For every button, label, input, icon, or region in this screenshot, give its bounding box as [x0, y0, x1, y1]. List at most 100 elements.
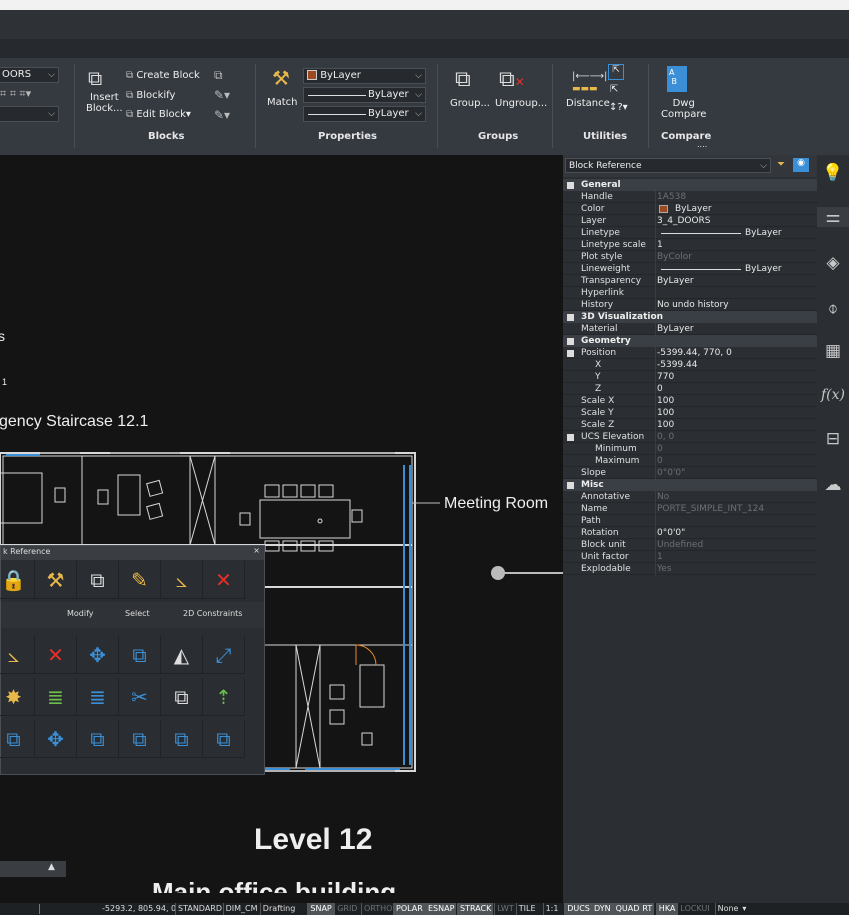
quad-offset-icon[interactable]: ⧉ [119, 720, 161, 758]
status-toggle-dim-cm[interactable]: DIM_CM [222, 903, 260, 915]
property-row-explodable[interactable]: Explodable Yes [563, 563, 817, 575]
status-toggle-none[interactable]: None [714, 903, 741, 915]
section-geometry[interactable]: Geometry [563, 335, 817, 347]
status-toggle-strack[interactable]: STRACK [457, 903, 494, 915]
selection-type-combo[interactable]: Block Reference ⌵ [565, 158, 771, 173]
block-tool-icon-2[interactable]: ✎▾ [214, 88, 230, 102]
quad-delete-icon[interactable]: ✕ [203, 561, 245, 599]
collapse-icon[interactable] [567, 482, 574, 489]
block-tool-icon-1[interactable]: ⧉ [214, 68, 223, 83]
quad-layer-on-icon[interactable]: ≣ [35, 678, 77, 716]
ungroup-button[interactable]: Ungroup... [495, 98, 547, 109]
quad-lock-icon[interactable]: 🔒 [0, 561, 35, 599]
quad-tab-modify[interactable]: Modify [67, 609, 94, 618]
quad-scale-icon[interactable]: ⤢ [203, 636, 245, 674]
quad-arc-icon[interactable]: ⦣ [0, 636, 35, 674]
insert-block-icon[interactable]: ⧉ [88, 66, 102, 90]
property-row-annotative[interactable]: Annotative No [563, 491, 817, 503]
status-toggle-hka[interactable]: HKA [655, 903, 678, 915]
property-row-z[interactable]: Z0 [563, 383, 817, 395]
property-row-linetype-scale[interactable]: Linetype scale 1 [563, 239, 817, 251]
quad-group-icon[interactable]: ⧉ [203, 720, 245, 758]
section-misc[interactable]: Misc [563, 479, 817, 491]
filter-icon[interactable]: ⏷ [777, 159, 785, 170]
block-tool-icon-3[interactable]: ✎▾ [214, 108, 230, 122]
match-properties-icon[interactable]: ⚒ [272, 66, 290, 90]
collapse-icon[interactable] [567, 434, 574, 441]
pick-icon[interactable]: ⇱ [610, 84, 618, 95]
section-general[interactable]: General [563, 179, 817, 191]
quad-rotate-icon[interactable]: ⇡ [203, 678, 245, 716]
property-row-scale-x[interactable]: Scale X 100 [563, 395, 817, 407]
collapse-icon[interactable] [567, 182, 574, 189]
status-toggle-polar[interactable]: POLAR [393, 903, 425, 915]
properties-sliders-icon[interactable]: ⚌ [817, 207, 849, 227]
quad-move-icon[interactable]: ✥ [77, 636, 119, 674]
quad-tab-2d-constraints[interactable]: 2D Constraints [183, 609, 242, 618]
property-row-scale-z[interactable]: Scale Z 100 [563, 419, 817, 431]
status-toggle-dyn[interactable]: DYN [591, 903, 613, 915]
layers-icon[interactable]: ◈ [817, 253, 849, 273]
property-row-unit-factor[interactable]: Unit factor 1 [563, 551, 817, 563]
lineweight-combo[interactable]: ByLayer ⌵ [303, 106, 426, 122]
distance-button[interactable]: Distance [566, 98, 610, 109]
collapse-icon[interactable] [567, 338, 574, 345]
dwg-compare-button[interactable]: Dwg Compare [661, 98, 706, 120]
match-button[interactable]: Match [267, 97, 298, 108]
property-row-handle[interactable]: Handle 1A538 [563, 191, 817, 203]
property-row-history[interactable]: History No undo history [563, 299, 817, 311]
cloud-icon[interactable]: ☁ [817, 475, 849, 495]
layer-tools-icons[interactable]: ⌗ ⌗ ⌗▾ [0, 87, 31, 101]
quad-edit-icon[interactable]: ✎ [119, 561, 161, 599]
quad-array-icon[interactable]: ⧉ [0, 720, 35, 758]
property-row-y[interactable]: Y 770 [563, 371, 817, 383]
quad-cut-icon[interactable]: ✂ [119, 678, 161, 716]
property-row-maximum[interactable]: Maximum 0 [563, 455, 817, 467]
distance-icon[interactable]: |⟵⟶| [572, 71, 607, 82]
floor-plan[interactable] [0, 155, 563, 903]
insert-block-button[interactable]: Insert Block... [86, 92, 123, 114]
property-row-hyperlink[interactable]: Hyperlink [563, 287, 817, 299]
property-row-linetype[interactable]: Linetype ByLayer [563, 227, 817, 239]
status-toggle-ortho[interactable]: ORTHO [361, 903, 394, 915]
preview-icon[interactable]: ◉ [793, 158, 809, 172]
attachment-icon[interactable]: ⌽ [817, 299, 849, 319]
structure-icon[interactable]: ⊟ [817, 429, 849, 449]
property-row-minimum[interactable]: Minimum 0 [563, 443, 817, 455]
hatch-icon[interactable]: ▦ [817, 341, 849, 361]
status-toggle-esnap[interactable]: ESNAP [425, 903, 457, 915]
dwg-compare-icon[interactable]: A B [667, 66, 687, 92]
quad-copy-icon[interactable]: ⧉ [119, 636, 161, 674]
quad-close-icon[interactable]: × [253, 546, 260, 555]
property-row-layer[interactable]: Layer 3_4_DOORS [563, 215, 817, 227]
linetype-combo[interactable]: ByLayer ⌵ [303, 87, 426, 103]
quad-mirror-icon[interactable]: ◭ [161, 636, 203, 674]
drawing-canvas[interactable]: s 1 gency Staircase 12.1 Meeting Room Le… [0, 155, 563, 903]
layer-combo[interactable]: OORS ⌵ [0, 67, 59, 83]
quad-layer-icon[interactable]: ≣ [77, 678, 119, 716]
quad-move-copy-icon[interactable]: ✥ [35, 720, 77, 758]
layer-state-combo[interactable]: ⌵ [0, 106, 59, 122]
quad-paste-icon[interactable]: ⧉ [161, 678, 203, 716]
select-icon[interactable]: ⇱ [608, 64, 624, 80]
quad-erase-icon[interactable]: ✕ [35, 636, 77, 674]
blockify-button[interactable]: ⧉ Blockify [126, 90, 175, 101]
create-block-button[interactable]: ⧉ Create Block [126, 70, 200, 81]
property-row-slope[interactable]: Slope 0°0'0" [563, 467, 817, 479]
property-row-plot-style[interactable]: Plot style ByColor [563, 251, 817, 263]
property-row-position[interactable]: Position -5399.44, 770, 0 [563, 347, 817, 359]
status-toggle-lockui[interactable]: LOCKUI [677, 903, 711, 915]
status-toggle-rt[interactable]: RT [639, 903, 655, 915]
property-row-name[interactable]: Name PORTE_SIMPLE_INT_124 [563, 503, 817, 515]
ungroup-icon[interactable]: ⧉✕ [499, 67, 525, 92]
property-row-x[interactable]: X -5399.44 [563, 359, 817, 371]
status-toggle-ducs[interactable]: DUCS [564, 903, 592, 915]
quad-explode-icon[interactable]: ✸ [0, 678, 35, 716]
status-toggle-drafting[interactable]: Drafting [259, 903, 298, 915]
property-row-material[interactable]: Material ByLayer [563, 323, 817, 335]
quad-match-icon[interactable]: ⚒ [35, 561, 77, 599]
property-row-transparency[interactable]: Transparency ByLayer [563, 275, 817, 287]
color-combo[interactable]: ByLayer ⌵ [303, 68, 426, 84]
group-icon[interactable]: ⧉ [455, 67, 471, 92]
query-icon[interactable]: ↕?▾ [609, 102, 628, 113]
